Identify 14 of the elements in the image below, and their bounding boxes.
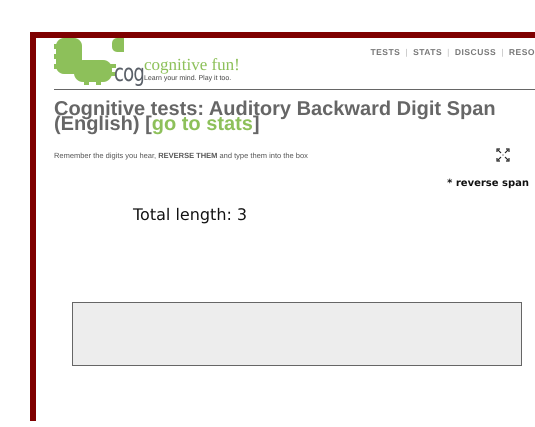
nav-link[interactable]: RESO	[508, 47, 535, 57]
page-title: Cognitive tests: Auditory Backward Digit Span (English) [go to stats]	[54, 102, 497, 136]
total-length: Total length: 3	[133, 205, 248, 224]
nav-separator: |	[447, 47, 450, 57]
logo-mark: cog	[114, 62, 141, 84]
fullscreen-icon[interactable]	[496, 148, 510, 162]
mode-note: * reverse span	[446, 178, 530, 189]
nav-link[interactable]: STATS	[413, 47, 442, 57]
nav-separator: |	[501, 47, 504, 57]
nav-separator: |	[405, 47, 408, 57]
nav-link[interactable]: TESTS	[370, 47, 400, 57]
answer-field[interactable]	[72, 302, 522, 366]
nav-link[interactable]: DISCUSS	[454, 47, 496, 57]
site-name: cognitive fun!	[144, 55, 240, 74]
